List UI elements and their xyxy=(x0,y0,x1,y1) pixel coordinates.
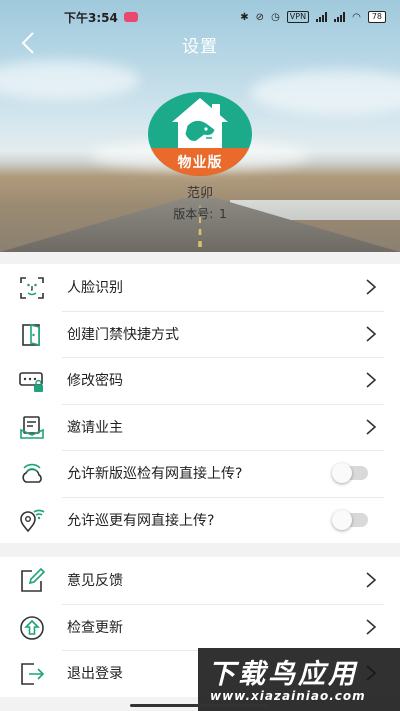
settings-list: 人脸识别 创建门禁快捷方式 修改密码 邀请业主 允许新版巡检有网直接上传? 允许… xyxy=(0,264,400,543)
settings-item-label: 检查更新 xyxy=(67,619,123,636)
chevron-right-icon[interactable] xyxy=(364,372,378,388)
cloud-wifi-icon xyxy=(22,463,42,483)
settings-item-patrol-upload[interactable]: 允许巡更有网直接上传? xyxy=(0,496,400,544)
house-dog-icon xyxy=(172,98,228,148)
version-value: 1 xyxy=(219,207,227,221)
settings-item-label: 创建门禁快捷方式 xyxy=(67,326,179,343)
chevron-right-icon[interactable] xyxy=(364,572,378,588)
settings-item-label: 修改密码 xyxy=(67,373,123,390)
settings-item-label: 退出登录 xyxy=(67,666,123,683)
logo-badge-text: 物业版 xyxy=(177,155,223,171)
bluetooth-icon: ✱ xyxy=(240,11,249,23)
battery-icon: 78 xyxy=(367,11,386,23)
settings-item-inspection-upload[interactable]: 允许新版巡检有网直接上传? xyxy=(0,450,400,497)
settings-item-label: 允许巡更有网直接上传? xyxy=(67,512,215,529)
signal-icon xyxy=(316,12,328,22)
chevron-right-icon[interactable] xyxy=(364,418,378,435)
face-scan-icon xyxy=(20,277,44,299)
password-lock-icon xyxy=(19,372,43,392)
watermark-url: www.xiazainiao.com xyxy=(210,689,366,703)
alarm-icon: ◷ xyxy=(271,11,280,23)
settings-item-label: 邀请业主 xyxy=(67,419,123,436)
feedback-edit-icon xyxy=(21,567,46,592)
settings-item-label: 人脸识别 xyxy=(67,280,123,297)
status-bar: 下午3:54 ✱ ⊘ ◷ VPN ◠ 78 xyxy=(0,0,400,34)
inspection-upload-toggle[interactable] xyxy=(332,463,368,483)
settings-item-change-password[interactable]: 修改密码 xyxy=(0,357,400,404)
location-wifi-icon xyxy=(20,509,45,532)
notification-app-icon xyxy=(123,12,138,22)
settings-item-invite-owner[interactable]: 邀请业主 xyxy=(0,403,400,451)
mute-icon: ⊘ xyxy=(255,11,265,23)
chevron-right-icon[interactable] xyxy=(364,279,378,295)
settings-item-feedback[interactable]: 意见反馈 xyxy=(0,557,400,604)
version-info: 版本号: 1 xyxy=(0,205,400,222)
chevron-right-icon[interactable] xyxy=(364,325,378,342)
wifi-icon: ◠ xyxy=(352,11,361,23)
settings-item-face-recognition[interactable]: 人脸识别 xyxy=(0,264,400,311)
update-arrow-icon xyxy=(20,615,44,640)
home-indicator xyxy=(130,704,270,707)
vpn-badge: VPN xyxy=(286,11,310,23)
page-title: 设置 xyxy=(182,37,218,57)
version-label: 版本号: xyxy=(173,207,214,221)
settings-item-label: 意见反馈 xyxy=(67,573,123,590)
patrol-upload-toggle[interactable] xyxy=(332,509,368,530)
watermark-title: 下载鸟应用 xyxy=(208,659,358,690)
settings-item-door-shortcut[interactable]: 创建门禁快捷方式 xyxy=(0,310,400,358)
signal-icon-2 xyxy=(334,12,346,22)
watermark: 下载鸟应用 www.xiazainiao.com xyxy=(198,648,400,711)
settings-item-label: 允许新版巡检有网直接上传? xyxy=(67,466,243,483)
status-time: 下午3:54 xyxy=(64,10,118,25)
settings-item-check-update[interactable]: 检查更新 xyxy=(0,603,400,651)
logout-icon xyxy=(21,663,45,685)
invite-owner-icon xyxy=(20,415,44,439)
user-name: 范卯 xyxy=(186,186,213,201)
app-logo: 物业版 xyxy=(148,92,252,176)
door-icon xyxy=(22,323,40,346)
chevron-right-icon[interactable] xyxy=(364,618,378,635)
